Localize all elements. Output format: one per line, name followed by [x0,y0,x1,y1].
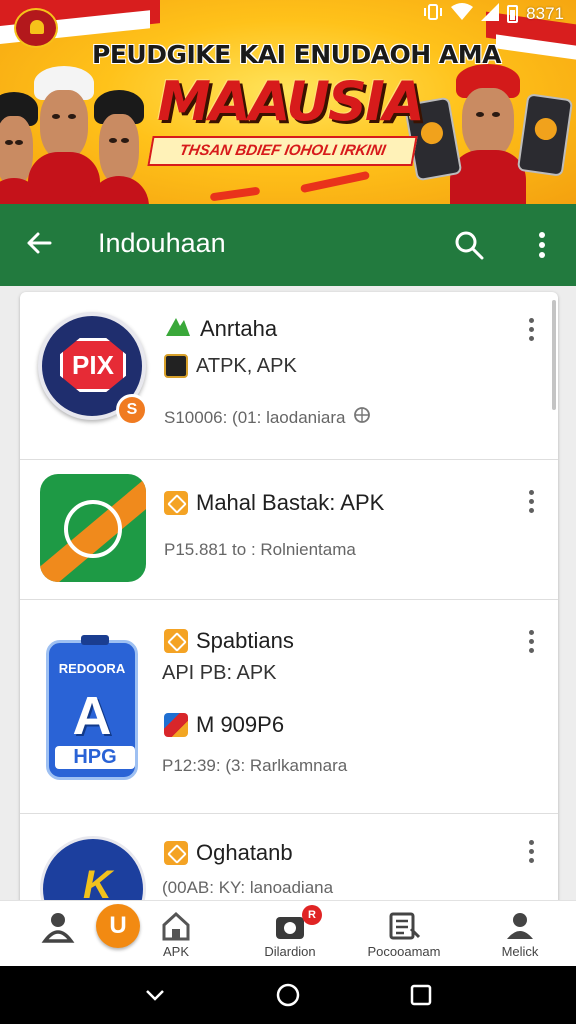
nav-label: Melick [501,944,539,959]
app-subtitle: API PB: APK [162,662,277,684]
banner-tagline: THSAN BDIEF IOHOLI IRKINI [147,136,418,166]
apk-icon [164,491,188,515]
list-box-icon [387,909,421,943]
app-icon-letter: A [72,686,112,746]
floating-action-button[interactable]: U [96,904,140,948]
banner-title: MAAUSIA [157,70,425,133]
status-bar: 8371 [423,2,564,26]
nav-label: APK [162,944,189,959]
app-icon-label: REDOORA [58,661,126,676]
apk-icon [164,841,188,865]
wifi-icon [451,2,474,26]
nav-item-account[interactable]: Melick [480,901,560,967]
person-icon [41,909,75,943]
nav-label: Dilardion [264,944,316,959]
app-icon-label: PIX [60,338,126,392]
app-version: M 909P6 [196,712,285,737]
app-meta: P15.881 to : Rolnientama [164,540,356,559]
back-chevron-icon[interactable] [142,982,168,1008]
nav-label: Pocooamam [367,944,441,959]
more-vert-icon[interactable] [524,630,538,658]
nav-item-profile[interactable] [20,901,96,967]
more-vert-icon[interactable] [530,228,554,262]
apk-icon [164,629,188,653]
battery-icon [507,5,519,23]
bottom-navigation: APK R Dilardion Pocooamam Melick [0,900,576,966]
app-bar: Indouhaan [0,204,576,286]
status-time: 8371 [526,4,564,23]
more-vert-icon[interactable] [524,490,538,518]
signal-icon [481,2,500,26]
version-icon [164,713,188,737]
app-icon [40,474,146,582]
leaf-icon [164,314,192,343]
list-item[interactable]: Mahal Bastak: APK P15.881 to : Rolnienta… [20,460,558,600]
banner-headline: PEUDGIKE KAI ENUDAOH AMA [92,40,502,69]
list-item[interactable]: PIX S Anrtaha ATPK, APK S10006: (01: lao… [20,292,558,460]
account-icon [503,909,537,943]
app-subtitle: ATPK, APK [196,354,297,377]
nav-item-programs[interactable]: Pocooamam [358,901,450,967]
screen: PEUDGIKE KAI ENUDAOH AMA MAAUSIA THSAN B… [0,0,576,1024]
nav-item-apk[interactable]: APK [138,901,214,967]
page-title: Indouhaan [98,228,226,258]
decorative-stripe [299,170,371,194]
banner-person [449,64,527,204]
app-meta: P12:39: (3: Rarlkamnara [162,756,348,775]
more-vert-icon[interactable] [524,840,538,868]
vibrate-icon [423,3,443,26]
globe-icon [353,406,371,429]
app-icon-label: HPG [55,746,135,769]
app-title: Oghatanb [196,840,293,865]
list-item[interactable]: REDOORA A HPG Spabtians API PB: APK M 90… [20,600,558,814]
nav-item-downloads[interactable]: R Dilardion [248,901,332,967]
phone-illustration [516,93,574,177]
app-title: Mahal Bastak: APK [196,490,385,515]
emblem-logo [14,8,58,48]
app-meta: (00AB: KY: lanoadiana [162,878,334,897]
recents-square-icon[interactable] [408,982,434,1008]
app-list: PIX S Anrtaha ATPK, APK S10006: (01: lao… [20,292,558,932]
app-meta: S10006: (01: laodaniara [164,407,346,427]
notification-badge: R [302,905,322,925]
back-arrow-icon[interactable] [22,226,56,260]
promo-banner[interactable]: PEUDGIKE KAI ENUDAOH AMA MAAUSIA THSAN B… [0,0,576,204]
app-title: Anrtaha [200,315,278,341]
coin-badge: S [116,394,148,426]
apk-file-icon [164,354,188,378]
app-icon: PIX S [38,312,148,426]
banner-person [89,90,149,204]
home-icon [159,909,193,943]
decorative-stripe [209,186,261,202]
banner-person [28,66,100,204]
app-icon: REDOORA A HPG [46,635,138,780]
system-navigation-bar [0,966,576,1024]
app-title: Spabtians [196,628,294,653]
scrollbar[interactable] [552,300,556,410]
more-vert-icon[interactable] [524,318,538,346]
home-circle-icon[interactable] [275,982,301,1008]
search-icon[interactable] [452,228,486,262]
